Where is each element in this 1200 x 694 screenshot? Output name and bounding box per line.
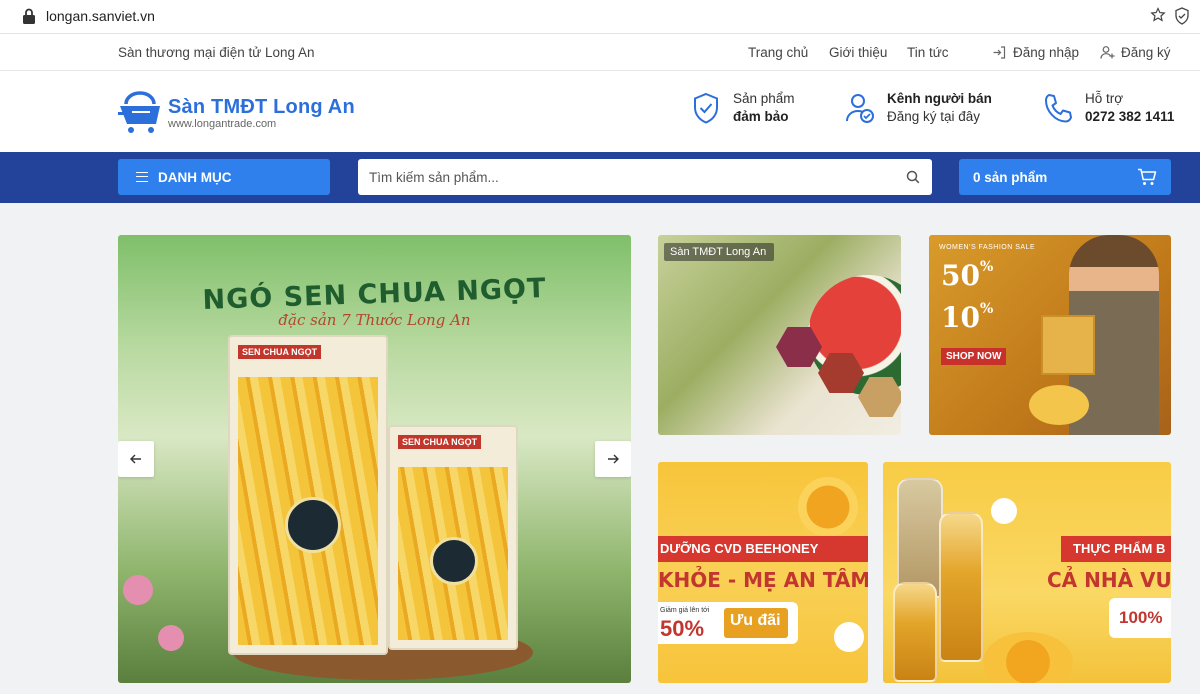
- register-label: Đăng ký: [1121, 44, 1171, 60]
- food-discount-badge: 100%: [1109, 598, 1171, 638]
- site-logo[interactable]: Sàn TMĐT Long An www.longantrade.com: [118, 89, 368, 137]
- food-slogan: CẢ NHÀ VUI: [1047, 568, 1171, 592]
- feature-seller-line2: Đăng ký tại đây: [887, 109, 981, 124]
- discount-percent-2: %: [979, 301, 994, 317]
- banner-logo-stamp: Sàn TMĐT Long An: [664, 243, 775, 261]
- search-icon[interactable]: [906, 170, 920, 184]
- promo-value: 50%: [660, 616, 705, 641]
- honey-ribbon: DƯỠNG CVD BEEHONEY: [658, 536, 868, 562]
- food-ribbon: THỰC PHẨM B: [1061, 536, 1171, 562]
- fashion-discount-second: 10%: [941, 301, 993, 334]
- register-link[interactable]: Đăng ký: [1100, 42, 1171, 62]
- cart-icon: [1138, 168, 1157, 185]
- hero-slider-banner[interactable]: NGÓ SEN CHUA NGỌT đặc sản 7 Thước Long A…: [118, 235, 631, 683]
- fashion-discount-first: 50%: [941, 259, 993, 292]
- roses-image: [1029, 385, 1089, 425]
- search-input[interactable]: [358, 159, 888, 195]
- arrow-right-icon: [608, 454, 619, 464]
- honey-promo-box: Giảm giá lên tới 50% Ưu đãi: [658, 602, 798, 644]
- slider-prev-button[interactable]: [118, 441, 154, 477]
- search-box: [358, 159, 932, 195]
- feature-guarantee: Sản phẩm đảm bảo: [691, 91, 795, 124]
- cart-count-label: 0 sản phẩm: [973, 169, 1048, 185]
- feature-support-line1: Hỗ trợ: [1085, 91, 1124, 106]
- promo-caption: Giảm giá lên tới: [660, 607, 710, 614]
- honey-jar-image-2: [893, 582, 937, 682]
- feature-seller[interactable]: Kênh người bán Đăng ký tại đây: [845, 91, 992, 124]
- feature-seller-line1: Kênh người bán: [887, 91, 992, 106]
- discount-value-1: 50: [941, 259, 980, 292]
- shopping-bag-image: [1041, 315, 1095, 375]
- main-navbar: DANH MỤC 0 sản phẩm: [0, 152, 1200, 203]
- daisy-image: [834, 622, 864, 652]
- user-check-icon: [846, 93, 874, 123]
- slider-subline: đặc sản 7 Thước Long An: [278, 311, 471, 329]
- fashion-sale-banner[interactable]: WOMEN'S FASHION SALE 50% 10% SHOP NOW: [929, 235, 1171, 435]
- lotus-flower-image: [123, 575, 153, 605]
- login-link[interactable]: Đăng nhập: [992, 42, 1079, 62]
- star-icon[interactable]: [1150, 7, 1166, 23]
- menu-icon: [136, 172, 148, 182]
- category-menu-button[interactable]: DANH MỤC: [118, 159, 330, 195]
- support-phone-number: 0272 382 1411: [1085, 109, 1175, 124]
- arrow-left-icon: [130, 454, 141, 464]
- fashion-sale-caption: WOMEN'S FASHION SALE: [939, 244, 1036, 251]
- shield-check-icon[interactable]: [1174, 7, 1190, 25]
- feature-support: Hỗ trợ 0272 382 1411: [1043, 91, 1174, 124]
- honey-dipper-image: [798, 477, 858, 537]
- feature-guarantee-line1: Sản phẩm: [733, 91, 795, 106]
- discount-percent-1: %: [979, 259, 994, 275]
- login-icon: [993, 45, 1006, 59]
- site-tagline: Sàn thương mại điện tử Long An: [118, 45, 315, 60]
- food-banner[interactable]: THỰC PHẨM B CẢ NHÀ VUI 100%: [883, 462, 1171, 683]
- slider-next-button[interactable]: [595, 441, 631, 477]
- logo-name: Sàn TMĐT Long An: [168, 96, 355, 118]
- honey-slogan: KHỎE - MẸ AN TÂM: [658, 568, 868, 592]
- honey-splash-image: [983, 632, 1073, 683]
- promo-offer-label: Ưu đãi: [724, 608, 788, 638]
- category-menu-label: DANH MỤC: [158, 169, 232, 185]
- produce-banner[interactable]: Sàn TMĐT Long An: [658, 235, 901, 435]
- honey-banner[interactable]: DƯỠNG CVD BEEHONEY KHỎE - MẸ AN TÂM Giảm…: [658, 462, 868, 683]
- pack-label: SEN CHUA NGỌT: [238, 345, 322, 359]
- lock-icon: [23, 8, 35, 24]
- shop-now-badge: SHOP NOW: [941, 348, 1007, 365]
- discount-value-2: 10: [941, 301, 980, 334]
- logo-url: www.longantrade.com: [168, 118, 277, 130]
- nav-about-link[interactable]: Giới thiệu: [829, 45, 887, 60]
- add-user-icon: [1100, 45, 1115, 59]
- nav-news-link[interactable]: Tin tức: [907, 45, 949, 60]
- daisy-image: [991, 498, 1017, 524]
- product-bag-image: [897, 478, 943, 598]
- top-strip: Sàn thương mại điện tử Long An Trang chủ…: [0, 34, 1200, 71]
- product-pack-small-image: SEN CHUA NGỌT: [388, 425, 518, 650]
- site-header: Sàn TMĐT Long An www.longantrade.com Sản…: [0, 71, 1200, 152]
- phone-icon: [1045, 93, 1072, 122]
- pack-label-small: SEN CHUA NGỌT: [398, 435, 482, 449]
- browser-address-bar[interactable]: longan.sanviet.vn: [0, 0, 1200, 34]
- url-text[interactable]: longan.sanviet.vn: [46, 8, 155, 24]
- cart-button[interactable]: 0 sản phẩm: [959, 159, 1171, 195]
- login-label: Đăng nhập: [1013, 44, 1080, 60]
- nav-home-link[interactable]: Trang chủ: [748, 45, 808, 60]
- product-pack-large-image: SEN CHUA NGỌT: [228, 335, 388, 655]
- shield-check-icon: [694, 92, 718, 124]
- shopping-basket-logo-icon: [118, 91, 160, 133]
- lotus-flower-image-2: [158, 625, 184, 651]
- honey-jar-image: [939, 512, 983, 662]
- feature-guarantee-line2: đảm bảo: [733, 109, 789, 124]
